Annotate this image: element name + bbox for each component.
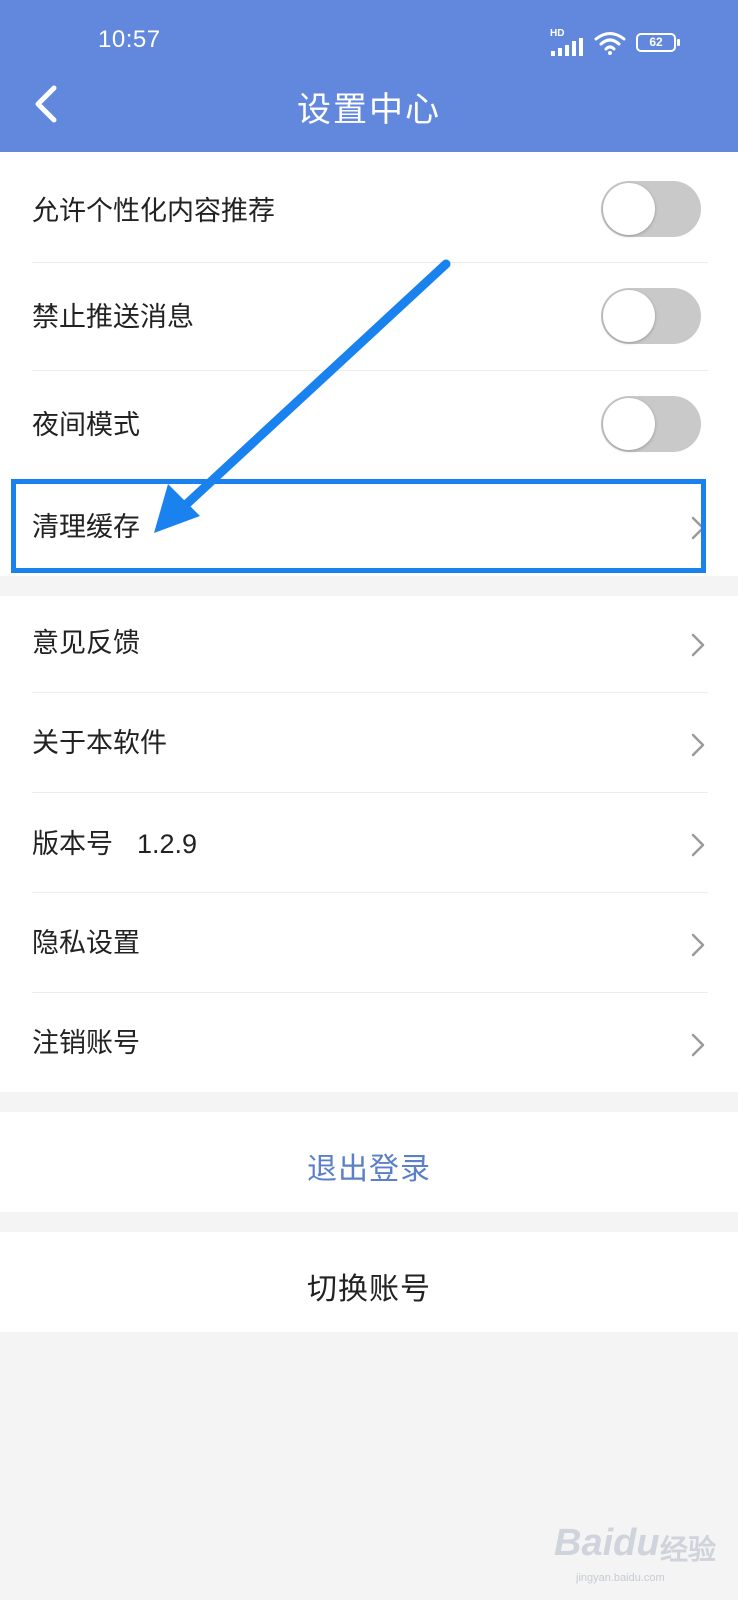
- divider: [32, 692, 708, 693]
- setting-label: 注销账号: [32, 1028, 140, 1059]
- setting-label: 允许个性化内容推荐: [32, 196, 275, 227]
- divider: [32, 262, 708, 263]
- toggle-knob: [603, 290, 655, 342]
- status-time: 10:57: [98, 26, 161, 53]
- status-icons: HD 62: [550, 28, 686, 56]
- watermark-brand: Baidu: [554, 1522, 660, 1564]
- setting-label: 版本号: [32, 829, 113, 860]
- divider: [32, 370, 708, 371]
- setting-row-about[interactable]: 关于本软件: [32, 724, 708, 764]
- chevron-right-icon: [691, 516, 705, 540]
- divider: [32, 792, 708, 793]
- setting-label: 隐私设置: [32, 928, 140, 959]
- page-title: 设置中心: [297, 90, 441, 130]
- watermark-url: jingyan.baidu.com: [576, 1572, 665, 1584]
- chevron-right-icon: [691, 833, 705, 857]
- chevron-right-icon: [691, 633, 705, 657]
- chevron-right-icon: [691, 733, 705, 757]
- version-value: 1.2.9: [137, 829, 198, 859]
- setting-label: 夜间模式: [32, 410, 140, 441]
- toggle-knob: [603, 398, 655, 450]
- app-header: 10:57 HD 62 设置中心: [0, 0, 738, 152]
- setting-label: 禁止推送消息: [32, 302, 194, 333]
- setting-label: 关于本软件: [32, 728, 167, 759]
- setting-label: 清理缓存: [32, 512, 140, 543]
- signal-icon: [551, 38, 583, 56]
- toggle-personalized[interactable]: [601, 181, 701, 237]
- setting-row-version[interactable]: 版本号 1.2.9: [32, 824, 708, 865]
- divider: [32, 992, 708, 993]
- chevron-right-icon: [691, 1033, 705, 1057]
- battery-icon: 62: [636, 33, 680, 52]
- setting-row-clear-cache[interactable]: 清理缓存: [32, 508, 708, 548]
- switch-account-button[interactable]: 切换账号: [0, 1264, 738, 1308]
- baidu-watermark: Baidu 经验 jingyan.baidu.com: [536, 1520, 736, 1592]
- setting-label: 意见反馈: [32, 628, 140, 659]
- toggle-disable-push[interactable]: [601, 288, 701, 344]
- watermark-cn: 经验: [660, 1533, 717, 1566]
- toggle-knob: [603, 183, 655, 235]
- setting-row-privacy[interactable]: 隐私设置: [32, 924, 708, 964]
- divider: [32, 892, 708, 893]
- wifi-icon: [594, 32, 626, 55]
- setting-row-delete-account[interactable]: 注销账号: [32, 1024, 708, 1064]
- logout-button[interactable]: 退出登录: [0, 1144, 738, 1188]
- setting-row-feedback[interactable]: 意见反馈: [32, 624, 708, 664]
- chevron-right-icon: [691, 933, 705, 957]
- battery-level: 62: [649, 35, 663, 49]
- toggle-night-mode[interactable]: [601, 396, 701, 452]
